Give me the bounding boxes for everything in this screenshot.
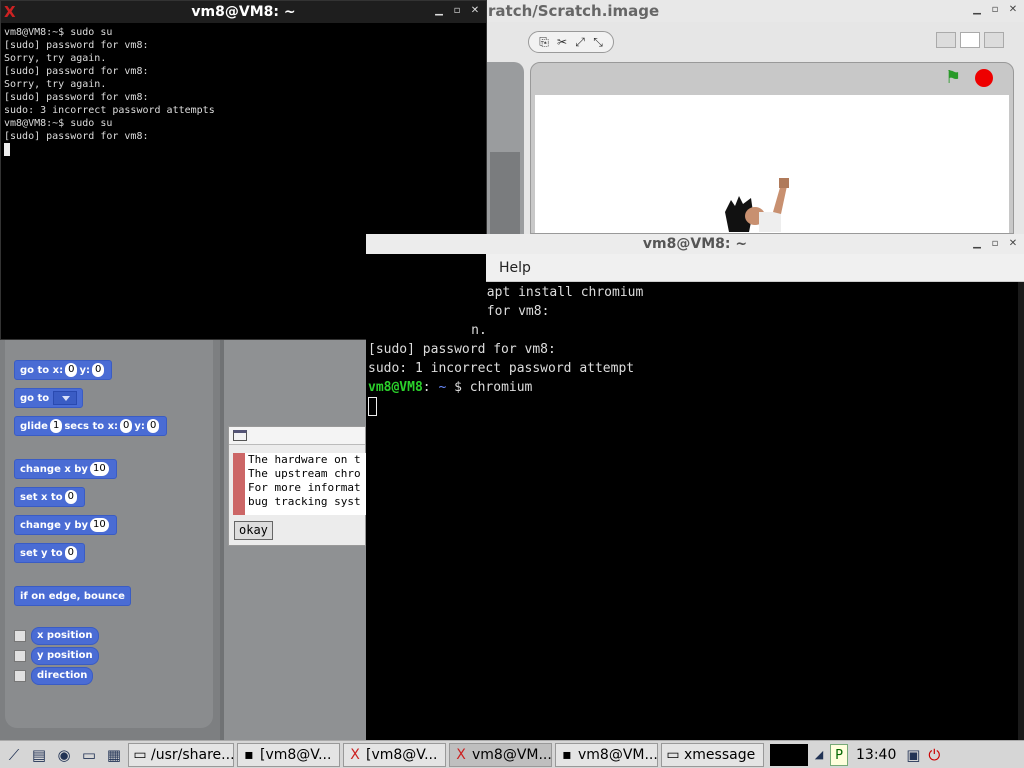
- minimize-icon[interactable]: ▁: [970, 3, 984, 17]
- terminal-icon[interactable]: ▭: [78, 744, 100, 766]
- terminal-cursor: [368, 397, 377, 416]
- close-icon[interactable]: ✕: [1006, 237, 1020, 251]
- start-menu-icon[interactable]: ⟋: [3, 744, 25, 766]
- delete-icon[interactable]: ✂: [554, 34, 570, 50]
- secs-input[interactable]: 1: [49, 419, 63, 433]
- go-to-block[interactable]: go to: [14, 388, 83, 408]
- terminal-2-titlebar[interactable]: vm8@VM8: ~ ▁ ▫ ✕: [366, 234, 1024, 254]
- task-terminal-2[interactable]: ▪ vm8@VM...: [555, 742, 658, 767]
- change-y-block[interactable]: change y by 10: [14, 515, 117, 535]
- grow-icon[interactable]: ⤢: [572, 34, 588, 50]
- task-usr-share[interactable]: ▭/usr/share...: [128, 742, 234, 767]
- close-icon[interactable]: ✕: [468, 4, 482, 18]
- terminal-2-scrollbar[interactable]: [1018, 282, 1024, 740]
- file-manager-icon[interactable]: ▤: [28, 744, 50, 766]
- maximize-icon[interactable]: ▫: [450, 4, 464, 18]
- x-input[interactable]: 0: [65, 363, 78, 377]
- go-to-xy-block[interactable]: go to x: 0 y: 0: [14, 360, 113, 380]
- set-x-block[interactable]: set x to 0: [14, 487, 85, 507]
- y-input[interactable]: 0: [92, 363, 105, 377]
- window-icon: ▭: [133, 746, 147, 763]
- terminal-2-title: vm8@VM8: ~: [642, 236, 748, 252]
- taskbar: ⟋ ▤ ◉ ▭ ▦ ▭/usr/share... ▪ [vm8@V... X [vm…: [0, 740, 1024, 768]
- duplicate-icon[interactable]: ⎘: [536, 34, 552, 50]
- clock: 13:40: [856, 746, 897, 763]
- block-palette: go to x: 0 y: 0 go to glide 1 secs to x: 0 y: 0 …: [0, 340, 220, 740]
- terminal-window-2: vm8@VM8: ~ ▁ ▫ ✕ Help apt install chromi…: [366, 234, 1024, 740]
- cpu-monitor: [770, 743, 808, 766]
- bounce-block[interactable]: if on edge, bounce: [14, 586, 131, 606]
- desktop-switcher-icon[interactable]: ▦: [103, 744, 125, 766]
- minimize-icon[interactable]: ▁: [970, 237, 984, 251]
- terminal-2-output[interactable]: apt install chromium for vm8: n. [sudo] …: [366, 282, 1018, 740]
- y-input[interactable]: 0: [146, 419, 160, 433]
- scratch-left-panel: [486, 62, 524, 234]
- power-icon[interactable]: ⏻: [925, 744, 943, 766]
- y-position-reporter[interactable]: y position: [31, 647, 99, 665]
- screen-icon[interactable]: ▣: [904, 744, 922, 766]
- green-flag-icon[interactable]: ⚑: [945, 69, 965, 87]
- okay-button[interactable]: okay: [234, 521, 273, 540]
- presentation-mode-icon[interactable]: [984, 32, 1004, 48]
- browser-icon[interactable]: ◉: [53, 744, 75, 766]
- terminal-1-titlebar[interactable]: X vm8@VM8: ~ ▁ ▫ ✕: [1, 1, 486, 23]
- task-terminal-x-2[interactable]: Xvm8@VM...: [449, 742, 552, 767]
- y-position-checkbox[interactable]: [14, 650, 26, 662]
- menu-help[interactable]: Help: [499, 260, 531, 276]
- task-xmessage[interactable]: ▭ xmessage: [661, 742, 764, 767]
- x-logo-icon: X: [350, 746, 360, 763]
- stage-frame: ⚑: [530, 62, 1014, 234]
- maximize-icon[interactable]: ▫: [988, 237, 1002, 251]
- terminal-icon: ▪: [562, 746, 572, 763]
- small-stage-icon[interactable]: [936, 32, 956, 48]
- stage-mode-buttons: [936, 32, 1004, 48]
- task-terminal-x-1[interactable]: X [vm8@V...: [343, 742, 446, 767]
- close-icon[interactable]: ✕: [1006, 3, 1020, 17]
- direction-reporter[interactable]: direction: [31, 667, 94, 685]
- value-input[interactable]: 0: [64, 490, 77, 504]
- x-position-reporter[interactable]: x position: [31, 627, 99, 645]
- set-y-block[interactable]: set y to 0: [14, 543, 86, 563]
- scratch-tool-group: ⎘ ✂ ⤢ ⤡: [528, 31, 614, 53]
- dialog-titlebar[interactable]: [229, 427, 365, 445]
- sprite-image[interactable]: [721, 172, 801, 232]
- terminal-2-menubar: Help: [486, 254, 1024, 282]
- minimize-icon[interactable]: ▁: [432, 4, 446, 18]
- change-x-block[interactable]: change x by 10: [14, 459, 117, 479]
- shrink-icon[interactable]: ⤡: [590, 34, 606, 50]
- glide-block[interactable]: glide 1 secs to x: 0 y: 0: [14, 416, 168, 436]
- value-input[interactable]: 0: [64, 546, 78, 560]
- scratch-window: ratch/Scratch.image ▁ ▫ ✕ ⎘ ✂ ⤢ ⤡ ⚑: [486, 0, 1024, 234]
- prompt-command: $ chromium: [446, 380, 533, 395]
- value-input[interactable]: 10: [90, 518, 109, 532]
- stage[interactable]: [535, 95, 1009, 233]
- stop-sign-icon[interactable]: [975, 69, 993, 87]
- normal-stage-icon[interactable]: [960, 32, 980, 48]
- value-input[interactable]: 10: [89, 462, 109, 476]
- x-input[interactable]: 0: [120, 419, 133, 433]
- terminal-icon: ▪: [244, 746, 254, 763]
- xmessage-dialog: The hardware on t The upstream chro For …: [228, 426, 367, 546]
- window-icon: [233, 430, 247, 441]
- x-logo-icon: X: [4, 3, 16, 21]
- tray-arrow-icon[interactable]: ◢: [811, 744, 827, 766]
- prompt-line: vm8@VM8: ~ $ chromium: [368, 380, 533, 395]
- x-position-checkbox[interactable]: [14, 630, 26, 642]
- scratch-titlebar[interactable]: ratch/Scratch.image ▁ ▫ ✕: [486, 0, 1024, 22]
- direction-checkbox[interactable]: [14, 670, 26, 682]
- scratch-title: ratch/Scratch.image: [488, 2, 660, 20]
- maximize-icon[interactable]: ▫: [988, 3, 1002, 17]
- x-logo-icon: X: [456, 746, 466, 763]
- target-dropdown[interactable]: [52, 391, 77, 405]
- prompt-user: vm8@VM8: [368, 380, 423, 395]
- dialog-message: The hardware on t The upstream chro For …: [233, 453, 367, 515]
- terminal-1-title: vm8@VM8: ~: [191, 4, 296, 20]
- window-icon: ▭: [666, 746, 680, 763]
- keyboard-layout-icon[interactable]: P: [830, 743, 848, 766]
- terminal-cursor: [4, 143, 10, 156]
- task-terminal-1[interactable]: ▪ [vm8@V...: [237, 742, 340, 767]
